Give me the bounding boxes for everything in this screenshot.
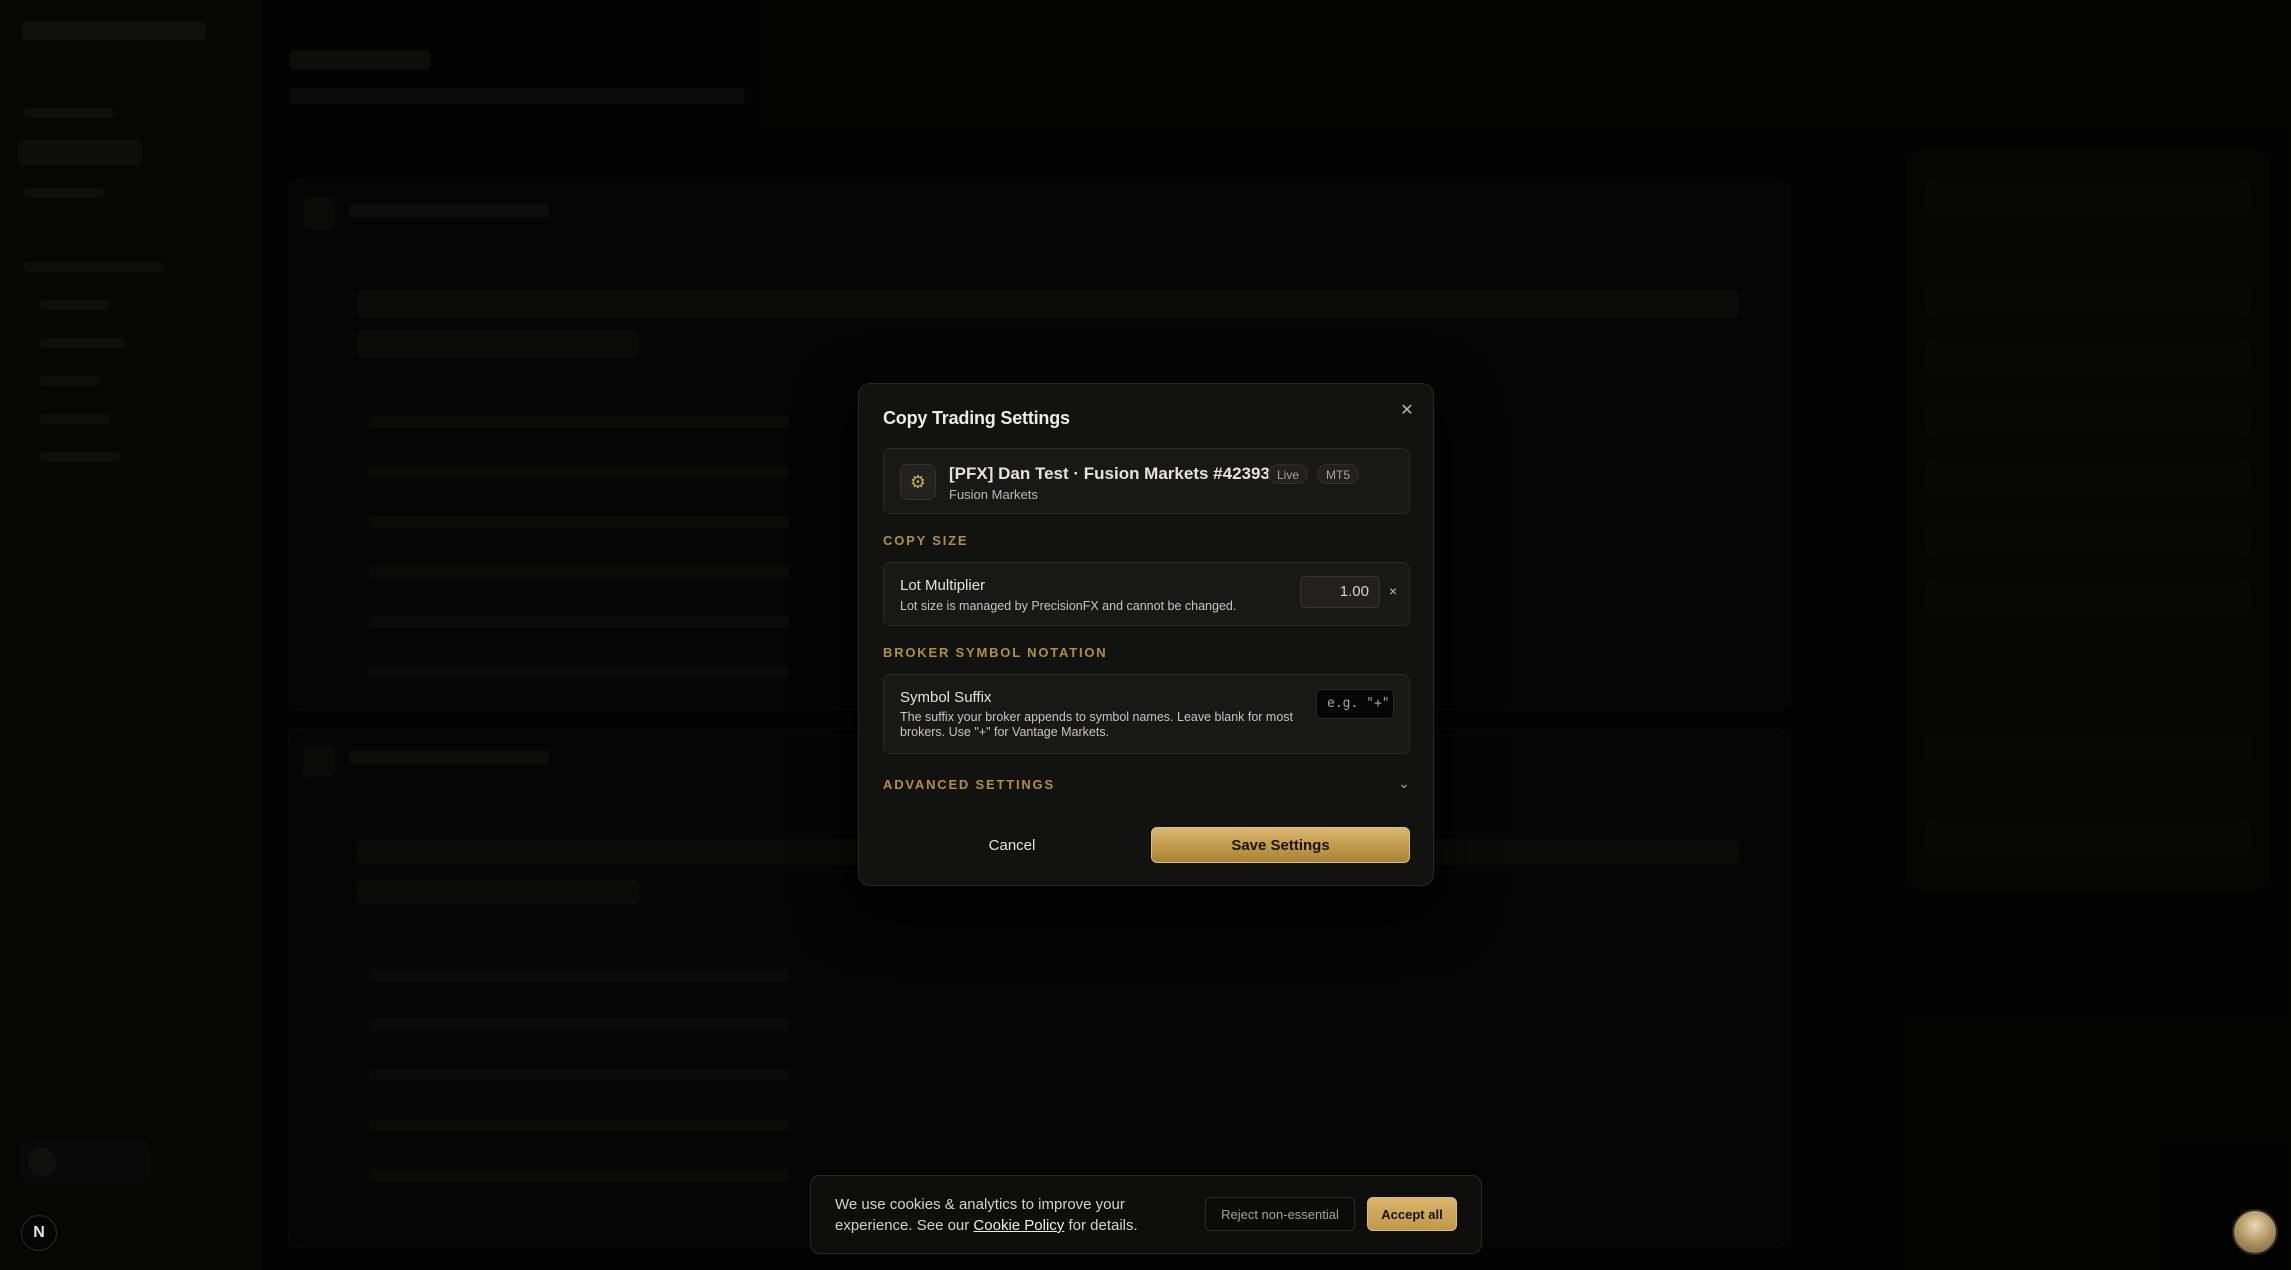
setting-description: Lot size is managed by PrecisionFX and c…	[900, 599, 1237, 613]
setting-title: Lot Multiplier	[900, 577, 986, 594]
account-card: ⚙ [PFX] Dan Test · Fusion Markets #42393…	[883, 448, 1410, 514]
symbol-suffix-input[interactable]: e.g. "+"	[1316, 689, 1394, 719]
corner-badge[interactable]: N	[21, 1215, 57, 1251]
account-broker: Fusion Markets	[949, 487, 1038, 502]
reject-non-essential-button[interactable]: Reject non-essential	[1205, 1197, 1355, 1231]
symbol-suffix-card: Symbol Suffix The suffix your broker app…	[883, 674, 1410, 754]
account-name: [PFX] Dan Test · Fusion Markets #423938	[949, 464, 1280, 483]
cookie-text: We use cookies & analytics to improve yo…	[835, 1194, 1165, 1236]
avatar[interactable]	[2232, 1209, 2278, 1255]
advanced-settings-toggle[interactable]: ADVANCED SETTINGS ⌄	[883, 775, 1410, 795]
cookie-text-part: for details.	[1064, 1217, 1138, 1234]
close-icon[interactable]: ✕	[1395, 398, 1419, 422]
cookie-banner: We use cookies & analytics to improve yo…	[810, 1175, 1482, 1254]
section-label-broker-symbol: BROKER SYMBOL NOTATION	[883, 645, 1108, 660]
multiplier-unit: ×	[1389, 583, 1398, 599]
gear-icon: ⚙	[900, 464, 936, 500]
section-label-copy-size: COPY SIZE	[883, 533, 969, 548]
save-settings-button[interactable]: Save Settings	[1151, 827, 1410, 863]
cookie-policy-link[interactable]: Cookie Policy	[973, 1217, 1064, 1234]
section-label-advanced: ADVANCED SETTINGS	[883, 777, 1055, 792]
chevron-down-icon: ⌄	[1398, 775, 1410, 791]
lot-multiplier-input[interactable]: 1.00	[1300, 576, 1380, 608]
dialog-title: Copy Trading Settings	[883, 408, 1070, 428]
status-badge: Live	[1268, 464, 1309, 484]
lot-multiplier-card: Lot Multiplier Lot size is managed by Pr…	[883, 562, 1410, 626]
setting-description: The suffix your broker appends to symbol…	[900, 710, 1294, 739]
platform-badge: MT5	[1317, 464, 1359, 484]
setting-title: Symbol Suffix	[900, 689, 992, 706]
accept-all-button[interactable]: Accept all	[1367, 1197, 1457, 1231]
copy-trading-settings-dialog: Copy Trading Settings ✕ ⚙ [PFX] Dan Test…	[858, 383, 1434, 886]
cancel-button[interactable]: Cancel	[883, 827, 1141, 863]
